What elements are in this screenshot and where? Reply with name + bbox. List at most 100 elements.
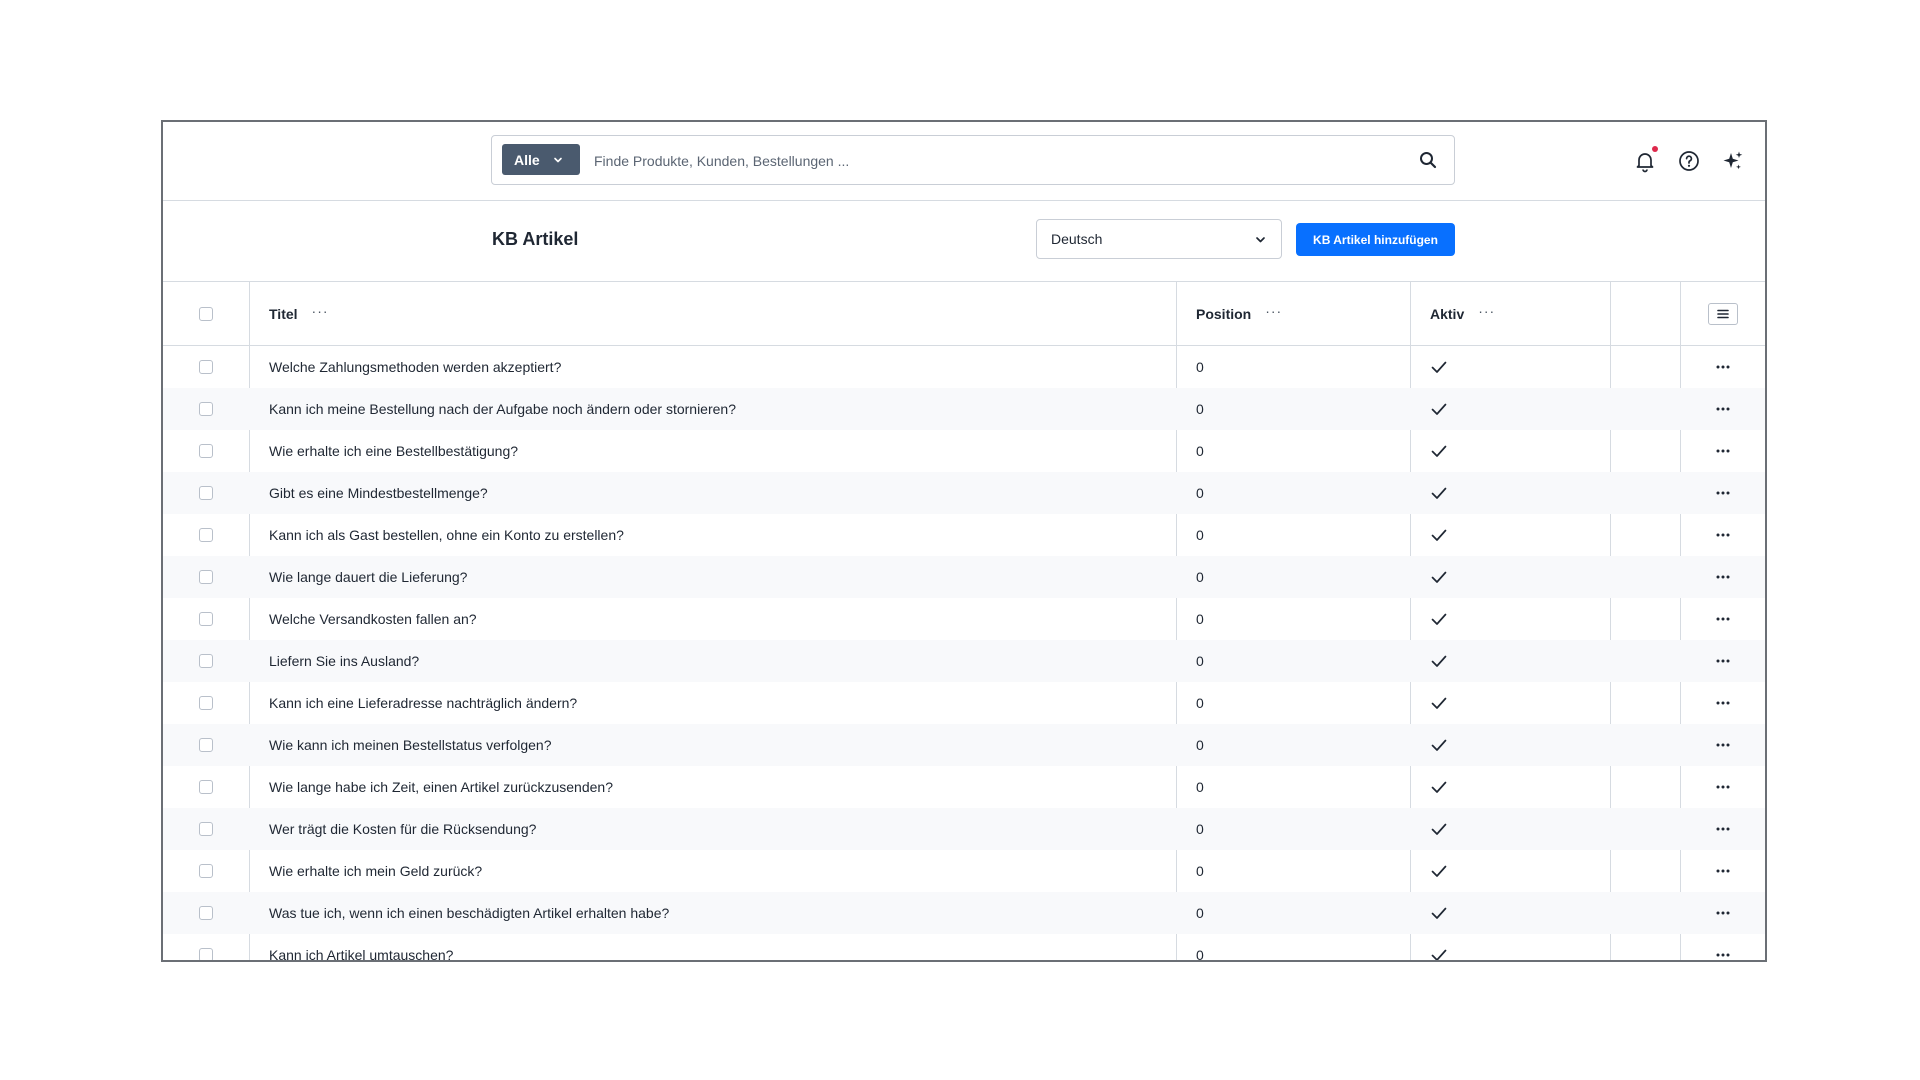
article-title[interactable]: Liefern Sie ins Ausland? [269, 653, 419, 669]
search-scope-dropdown[interactable]: Alle [502, 144, 580, 175]
more-horizontal-icon[interactable] [1714, 951, 1732, 959]
table-row[interactable]: Wie erhalte ich eine Bestellbestätigung?… [163, 430, 1765, 472]
row-checkbox[interactable] [199, 528, 213, 542]
more-horizontal-icon[interactable] [1714, 447, 1732, 455]
row-checkbox[interactable] [199, 612, 213, 626]
more-horizontal-icon[interactable] [1714, 489, 1732, 497]
row-checkbox[interactable] [199, 444, 213, 458]
add-kb-article-button[interactable]: KB Artikel hinzufügen [1296, 223, 1455, 256]
more-horizontal-icon[interactable] [1714, 363, 1732, 371]
active-cell [1410, 514, 1610, 556]
select-all-cell [163, 282, 249, 345]
row-checkbox[interactable] [199, 780, 213, 794]
row-checkbox[interactable] [199, 864, 213, 878]
checkmark-icon [1431, 529, 1447, 541]
row-checkbox[interactable] [199, 696, 213, 710]
help-circle-icon[interactable] [1677, 149, 1701, 173]
article-title[interactable]: Was tue ich, wenn ich einen beschädigten… [269, 905, 669, 921]
more-horizontal-icon[interactable] [1714, 699, 1732, 707]
row-checkbox[interactable] [199, 360, 213, 374]
row-checkbox[interactable] [199, 948, 213, 960]
more-horizontal-icon[interactable] [1714, 909, 1732, 917]
active-cell [1410, 892, 1610, 934]
search-icon[interactable] [1418, 150, 1438, 170]
row-checkbox[interactable] [199, 570, 213, 584]
more-horizontal-icon[interactable] [1714, 867, 1732, 875]
position-cell: 0 [1176, 430, 1410, 472]
article-title[interactable]: Wie erhalte ich mein Geld zurück? [269, 863, 482, 879]
row-actions-cell [1680, 766, 1765, 808]
article-title[interactable]: Kann ich meine Bestellung nach der Aufga… [269, 401, 736, 417]
search-input[interactable] [592, 144, 1396, 178]
table-row[interactable]: Was tue ich, wenn ich einen beschädigten… [163, 892, 1765, 934]
column-header-title[interactable]: Titel ··· [249, 282, 1176, 345]
article-position: 0 [1196, 905, 1204, 921]
column-position-more-icon[interactable]: ··· [1265, 304, 1282, 318]
table-row[interactable]: Wie lange habe ich Zeit, einen Artikel z… [163, 766, 1765, 808]
more-horizontal-icon[interactable] [1714, 783, 1732, 791]
row-checkbox[interactable] [199, 822, 213, 836]
more-horizontal-icon[interactable] [1714, 573, 1732, 581]
table-row[interactable]: Gibt es eine Mindestbestellmenge? 0 [163, 472, 1765, 514]
title-cell: Gibt es eine Mindestbestellmenge? [249, 472, 1176, 514]
title-cell: Kann ich meine Bestellung nach der Aufga… [249, 388, 1176, 430]
article-title[interactable]: Kann ich als Gast bestellen, ohne ein Ko… [269, 527, 624, 543]
article-title[interactable]: Kann ich eine Lieferadresse nachträglich… [269, 695, 577, 711]
row-select-cell [163, 766, 249, 808]
article-title[interactable]: Wer trägt die Kosten für die Rücksendung… [269, 821, 536, 837]
row-actions-cell [1680, 598, 1765, 640]
table-row[interactable]: Welche Versandkosten fallen an? 0 [163, 598, 1765, 640]
row-actions-cell [1680, 682, 1765, 724]
spacer-cell [1610, 472, 1680, 514]
table-row[interactable]: Liefern Sie ins Ausland? 0 [163, 640, 1765, 682]
more-horizontal-icon[interactable] [1714, 825, 1732, 833]
column-title-more-icon[interactable]: ··· [312, 304, 329, 318]
row-checkbox[interactable] [199, 654, 213, 668]
table-row[interactable]: Kann ich als Gast bestellen, ohne ein Ko… [163, 514, 1765, 556]
article-title[interactable]: Gibt es eine Mindestbestellmenge? [269, 485, 488, 501]
article-position: 0 [1196, 359, 1204, 375]
table-row[interactable]: Wie erhalte ich mein Geld zurück? 0 [163, 850, 1765, 892]
table-row[interactable]: Kann ich eine Lieferadresse nachträglich… [163, 682, 1765, 724]
row-checkbox[interactable] [199, 402, 213, 416]
title-cell: Liefern Sie ins Ausland? [249, 640, 1176, 682]
article-title[interactable]: Wie lange habe ich Zeit, einen Artikel z… [269, 779, 613, 795]
table-row[interactable]: Wie lange dauert die Lieferung? 0 [163, 556, 1765, 598]
article-position: 0 [1196, 401, 1204, 417]
checkmark-icon [1431, 655, 1447, 667]
article-title[interactable]: Welche Zahlungsmethoden werden akzeptier… [269, 359, 561, 375]
more-horizontal-icon[interactable] [1714, 615, 1732, 623]
spacer-cell [1610, 892, 1680, 934]
article-title[interactable]: Kann ich Artikel umtauschen? [269, 947, 453, 960]
table-row[interactable]: Welche Zahlungsmethoden werden akzeptier… [163, 346, 1765, 388]
row-checkbox[interactable] [199, 486, 213, 500]
bell-icon[interactable] [1633, 149, 1657, 173]
column-header-position[interactable]: Position ··· [1176, 282, 1410, 345]
table-row[interactable]: Wie kann ich meinen Bestellstatus verfol… [163, 724, 1765, 766]
column-header-active[interactable]: Aktiv ··· [1410, 282, 1610, 345]
column-settings-button[interactable] [1707, 302, 1738, 325]
column-active-more-icon[interactable]: ··· [1478, 304, 1495, 318]
row-actions-cell [1680, 892, 1765, 934]
table-row[interactable]: Kann ich Artikel umtauschen? 0 [163, 934, 1765, 960]
more-horizontal-icon[interactable] [1714, 531, 1732, 539]
language-select[interactable]: Deutsch [1036, 219, 1282, 259]
more-horizontal-icon[interactable] [1714, 405, 1732, 413]
article-title[interactable]: Wie lange dauert die Lieferung? [269, 569, 467, 585]
table-row[interactable]: Kann ich meine Bestellung nach der Aufga… [163, 388, 1765, 430]
active-cell [1410, 640, 1610, 682]
row-checkbox[interactable] [199, 906, 213, 920]
row-checkbox[interactable] [199, 738, 213, 752]
article-title[interactable]: Welche Versandkosten fallen an? [269, 611, 477, 627]
more-horizontal-icon[interactable] [1714, 741, 1732, 749]
checkmark-icon [1431, 739, 1447, 751]
article-title[interactable]: Wie kann ich meinen Bestellstatus verfol… [269, 737, 551, 753]
title-cell: Wie erhalte ich mein Geld zurück? [249, 850, 1176, 892]
sparkles-icon[interactable] [1721, 149, 1745, 173]
active-cell [1410, 346, 1610, 388]
more-horizontal-icon[interactable] [1714, 657, 1732, 665]
article-title[interactable]: Wie erhalte ich eine Bestellbestätigung? [269, 443, 518, 459]
row-actions-cell [1680, 934, 1765, 960]
select-all-checkbox[interactable] [199, 306, 213, 321]
table-row[interactable]: Wer trägt die Kosten für die Rücksendung… [163, 808, 1765, 850]
